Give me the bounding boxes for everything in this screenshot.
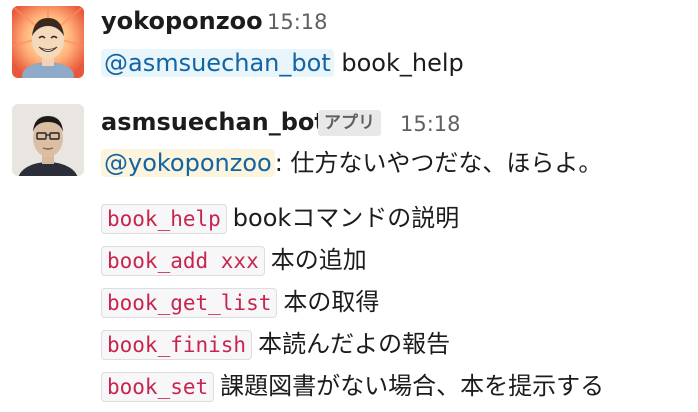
- command-description: 本読んだよの報告: [258, 330, 451, 358]
- message-body: : 仕方ないやつだな、ほらよ。: [274, 149, 603, 177]
- message-body: book_help: [333, 49, 464, 77]
- command-code: book_add xxx: [101, 246, 265, 276]
- avatar[interactable]: [12, 104, 84, 176]
- cartoon-avatar-icon: [12, 6, 84, 78]
- command-code: book_finish: [101, 330, 253, 360]
- command-description: 課題図書がない場合、本を提示する: [220, 372, 605, 400]
- command-description: 本の追加: [270, 246, 367, 274]
- photo-avatar-icon: [12, 104, 84, 176]
- avatar[interactable]: [12, 6, 84, 78]
- command-description: 本の取得: [283, 288, 380, 316]
- command-row: book_set 課題図書がない場合、本を提示する: [101, 369, 604, 404]
- timestamp[interactable]: 15:18: [267, 10, 328, 34]
- app-badge: アプリ: [318, 110, 381, 136]
- command-code: book_set: [101, 372, 215, 402]
- command-row: book_get_list 本の取得: [101, 285, 379, 320]
- author-name[interactable]: asmsuechan_bot: [101, 108, 326, 136]
- user-mention[interactable]: @yokoponzoo: [101, 149, 275, 177]
- timestamp[interactable]: 15:18: [400, 112, 461, 136]
- command-row: book_add xxx 本の追加: [101, 243, 367, 278]
- command-description: bookコマンドの説明: [232, 204, 460, 232]
- command-code: book_help: [101, 204, 227, 234]
- message-text: @yokoponzoo: 仕方ないやつだな、ほらよ。: [101, 146, 602, 180]
- command-code: book_get_list: [101, 288, 278, 318]
- user-mention[interactable]: @asmsuechan_bot: [101, 49, 334, 77]
- message-text: @asmsuechan_bot book_help: [101, 46, 464, 80]
- command-row: book_help bookコマンドの説明: [101, 201, 459, 236]
- command-row: book_finish 本読んだよの報告: [101, 327, 450, 362]
- author-name[interactable]: yokoponzoo: [101, 7, 263, 35]
